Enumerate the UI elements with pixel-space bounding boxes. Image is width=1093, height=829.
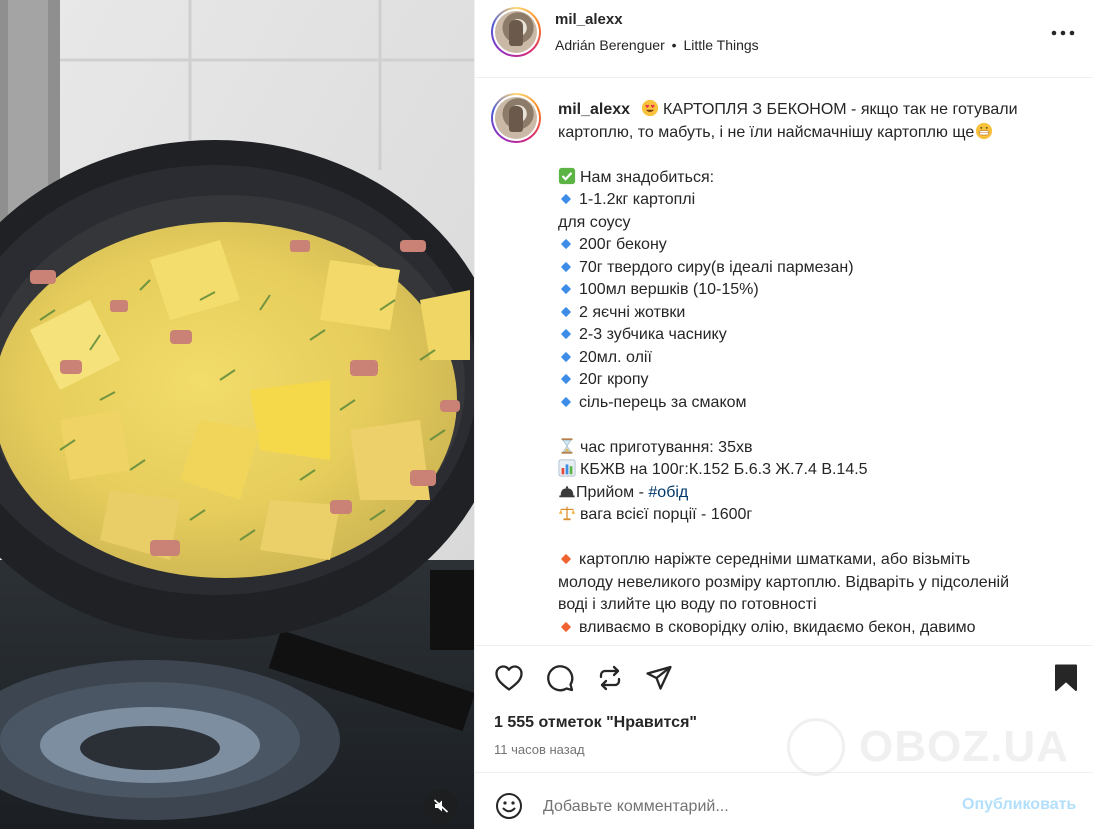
heart-eyes-emoji-icon: [641, 99, 658, 117]
grinning-emoji-icon: [976, 122, 993, 139]
comment-icon: [547, 665, 574, 692]
audio-separator: •: [671, 37, 677, 53]
post-media[interactable]: [0, 0, 474, 829]
blue-diamond-icon: [560, 374, 572, 385]
likes-count[interactable]: 1 555 отметок "Нравится": [494, 714, 697, 732]
step1-line-2: молоду невеликого розміру картоплю. Відв…: [558, 573, 1010, 591]
scales-icon: [558, 506, 576, 521]
blue-diamond-icon: [560, 329, 572, 340]
meal-hashtag-link[interactable]: #обід: [648, 484, 688, 501]
portion-weight: вага всієї порції - 1600г: [580, 506, 753, 523]
oboz-watermark: OBOZ.UA: [787, 718, 1069, 776]
speaker-muted-icon: [433, 799, 449, 813]
blue-diamond-icon: [560, 284, 572, 295]
orange-diamond-icon: [560, 621, 572, 632]
share-icon: [646, 665, 672, 690]
cook-time: час приготування: 35хв: [580, 438, 753, 456]
meal-prefix: Прийом -: [576, 483, 649, 501]
share-button[interactable]: [643, 662, 675, 694]
blue-diamond-icon: [560, 261, 572, 272]
step2-line-1: вливаємо в сковорідку олію, вкидаємо бек…: [579, 618, 976, 636]
orange-diamond-icon: [560, 554, 572, 565]
ingredient-item: 2 яєчні жотвки: [579, 303, 686, 321]
caption-intro-line-2: картоплю, то мабуть, і не їли найсмачніш…: [558, 123, 975, 141]
blue-diamond-icon: [560, 351, 572, 362]
sauce-label: для соусу: [558, 213, 631, 231]
watermark-text: OBOZ.UA: [859, 722, 1069, 771]
check-mark-icon: [558, 167, 576, 184]
author-username[interactable]: mil_alexx: [555, 11, 623, 28]
emoji-picker-button[interactable]: [495, 792, 523, 820]
audio-artist[interactable]: Adrián Berenguer: [555, 37, 665, 53]
post-details-panel: mil_alexx Adrián Berenguer • Little Thin…: [474, 0, 1093, 829]
publish-comment-button[interactable]: Опубликовать: [962, 796, 1076, 814]
blue-diamond-icon: [560, 239, 572, 250]
ingredient-potato: 1-1.2кг картоплі: [579, 191, 696, 208]
ingredient-item: 2-3 зубчика часнику: [579, 326, 727, 343]
post-actions-section: 1 555 отметок "Нравится" 11 часов назад …: [475, 645, 1093, 776]
bell-icon: [559, 485, 575, 497]
like-button[interactable]: [493, 662, 525, 694]
heart-icon: [495, 665, 523, 691]
globe-logo-icon: [787, 718, 845, 776]
blue-diamond-icon: [560, 396, 572, 407]
repost-button[interactable]: [594, 662, 626, 694]
bar-chart-icon: [558, 459, 576, 477]
post-timestamp[interactable]: 11 часов назад: [494, 742, 585, 757]
ingredient-item: 100мл вершків (10-15%): [579, 281, 759, 298]
caption-avatar[interactable]: [491, 93, 541, 143]
caption-scroll-area[interactable]: mil_alexx КАРТОПЛЯ З БЕКОНОМ - якщо так …: [475, 79, 1093, 645]
ingredients-title: Нам знадобиться:: [580, 168, 715, 186]
ingredient-item: 200г бекону: [579, 236, 667, 253]
blue-diamond-icon: [560, 306, 572, 317]
nutrition-info: КБЖВ на 100г:К.152 Б.6.3 Ж.7.4 В.14.5: [580, 461, 868, 478]
more-options-button[interactable]: [1048, 20, 1078, 46]
avatar[interactable]: [491, 7, 541, 57]
repost-icon: [599, 665, 621, 691]
post-header: mil_alexx Adrián Berenguer • Little Thin…: [475, 0, 1093, 78]
mute-button[interactable]: [424, 789, 458, 823]
ingredient-item: 20мл. олії: [579, 348, 652, 366]
smiley-icon: [496, 793, 522, 819]
audio-track[interactable]: Little Things: [683, 37, 758, 53]
ingredient-item: сіль-перець за смаком: [579, 393, 747, 411]
caption-username[interactable]: mil_alexx: [558, 101, 630, 118]
post-caption: mil_alexx КАРТОПЛЯ З БЕКОНОМ - якщо так …: [558, 99, 1068, 639]
comment-button[interactable]: [544, 662, 576, 694]
comment-form: Опубликовать: [475, 774, 1093, 829]
blue-diamond-icon: [560, 194, 572, 205]
more-horizontal-icon: [1051, 30, 1075, 36]
save-button[interactable]: [1050, 662, 1082, 694]
step1-line-3: воді і злийте цю воду по готовності: [558, 596, 817, 613]
audio-attribution[interactable]: Adrián Berenguer • Little Things: [555, 37, 759, 53]
caption-intro-line-1: КАРТОПЛЯ З БЕКОНОМ - якщо так не готувал…: [658, 101, 1018, 118]
hourglass-icon: [561, 437, 573, 454]
comment-input[interactable]: [543, 796, 943, 818]
bookmark-icon: [1055, 664, 1077, 691]
ingredient-item: 20г кропу: [579, 371, 649, 388]
ingredient-item: 70г твердого сиру(в ідеалі пармезан): [579, 258, 854, 276]
food-video-frame: [0, 0, 474, 829]
step1-line-1: картоплю наріжте середніми шматками, або…: [579, 551, 971, 568]
